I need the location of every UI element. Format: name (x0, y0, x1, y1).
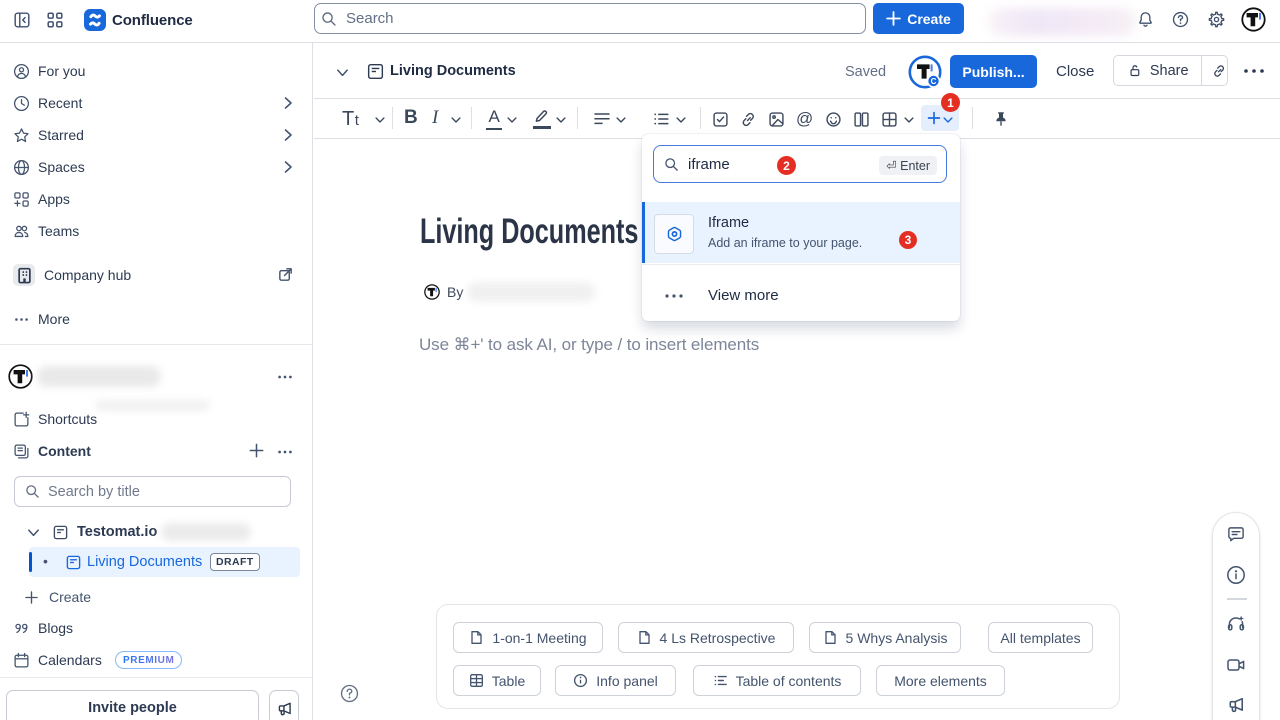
svg-text:C: C (931, 77, 937, 86)
